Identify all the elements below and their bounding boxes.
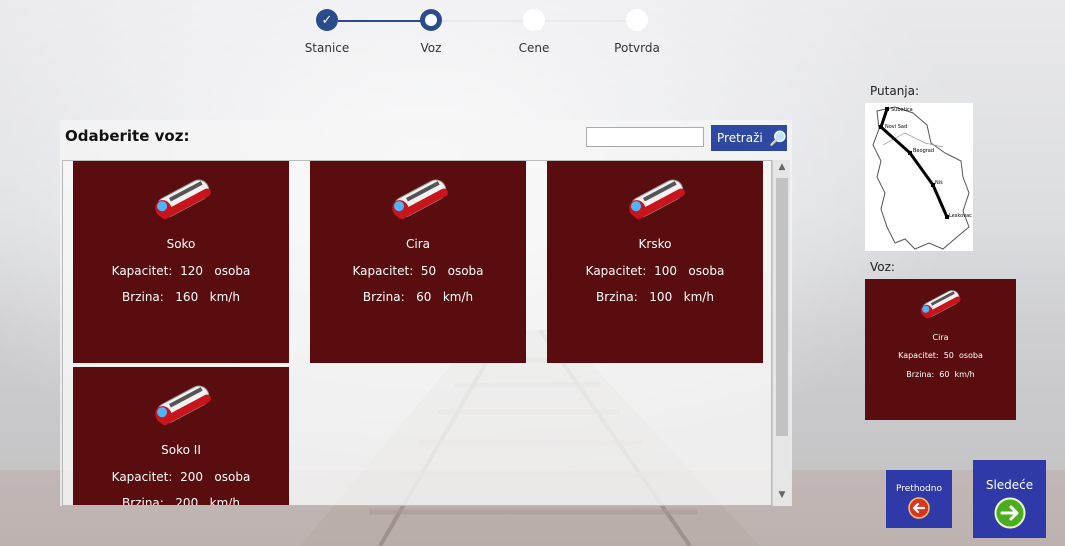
capacity-unit: osoba xyxy=(214,264,251,278)
page-title: Odaberite voz: xyxy=(65,127,190,145)
train-card-krsko[interactable]: Krsko Kapacitet: 100 osoba Brzina: 100 k… xyxy=(547,161,763,363)
train-name: Soko xyxy=(166,237,196,251)
search-input[interactable] xyxy=(586,127,704,147)
station-marker xyxy=(879,125,883,129)
selected-train-card: Cira Kapacitet: 50 osoba Brzina: 60 km/h xyxy=(865,279,1016,420)
capacity-label: Kapacitet: xyxy=(585,264,647,278)
step-label: Voz xyxy=(420,41,442,55)
capacity-value: 100 xyxy=(654,264,677,278)
step-label: Stanice xyxy=(304,41,350,55)
previous-button-label: Prethodno xyxy=(896,484,942,494)
train-icon xyxy=(392,179,448,220)
train-card-soko[interactable]: Soko Kapacitet: 120 osoba Brzina: 160 km… xyxy=(73,161,289,363)
capacity-label: Kapacitet: xyxy=(352,264,414,278)
wizard-stepper: ✓ Stanice Voz Cene Potvrda xyxy=(0,0,1065,70)
train-name: Krsko xyxy=(638,237,672,251)
speed-line: Brzina: 100 km/h xyxy=(547,290,763,304)
route-label: Putanja: xyxy=(870,84,920,98)
arrow-left-icon xyxy=(908,497,930,519)
speed-value: 60 xyxy=(416,290,432,304)
step-cene[interactable]: Cene xyxy=(494,9,574,55)
speed-label: Brzina: xyxy=(122,290,164,304)
station-label: Beograd xyxy=(913,148,934,154)
speed-value: 60 xyxy=(939,370,950,379)
speed-label: Brzina: xyxy=(362,290,405,304)
selected-train-name: Cira xyxy=(932,333,949,342)
selected-train-label: Voz: xyxy=(870,260,895,274)
capacity-line: Kapacitet: 50 osoba xyxy=(310,264,526,278)
station-label: Niš xyxy=(935,179,943,186)
capacity-value: 50 xyxy=(943,351,954,360)
capacity-line: Kapacitet: 100 osoba xyxy=(547,264,763,278)
speed-label: Brzina: xyxy=(906,370,935,379)
speed-label: Brzina: xyxy=(596,290,638,304)
step-label: Cene xyxy=(518,41,550,55)
station-label: Subotica xyxy=(891,107,913,113)
train-list[interactable]: Soko Kapacitet: 120 osoba Brzina: 160 km… xyxy=(62,160,772,506)
current-step-icon xyxy=(420,9,442,31)
speed-unit: km/h xyxy=(954,370,975,379)
train-icon xyxy=(920,290,961,319)
capacity-line: Kapacitet: 120 osoba xyxy=(73,264,289,278)
speed-line: Brzina: 60 km/h xyxy=(310,290,526,304)
route-map: Subotica Novi Sad Beograd Niš Leskovac xyxy=(865,103,973,251)
previous-button[interactable]: Prethodno xyxy=(886,470,952,528)
capacity-line: Kapacitet: 200 osoba xyxy=(73,470,289,484)
pending-step-icon xyxy=(523,9,545,31)
capacity-value: 120 xyxy=(180,264,203,278)
station-marker xyxy=(885,107,889,111)
speed-unit: km/h xyxy=(209,496,240,506)
step-label: Potvrda xyxy=(614,41,660,55)
step-potvrda[interactable]: Potvrda xyxy=(597,9,677,55)
scroll-thumb[interactable] xyxy=(776,178,788,436)
speed-value: 160 xyxy=(175,290,199,304)
speed-unit: km/h xyxy=(442,290,474,304)
step-voz[interactable]: Voz xyxy=(391,9,471,55)
station-marker xyxy=(908,151,912,155)
scroll-down-icon[interactable]: ▼ xyxy=(773,490,791,500)
check-icon: ✓ xyxy=(316,9,338,31)
next-button-label: Sledeće xyxy=(985,478,1034,492)
speed-value: 100 xyxy=(649,290,673,304)
train-name: Cira xyxy=(406,237,430,251)
capacity-unit: osoba xyxy=(214,470,251,484)
selected-capacity-line: Kapacitet: 50 osoba xyxy=(865,351,1016,360)
train-icon xyxy=(629,179,685,220)
train-selection-panel: Odaberite voz: Pretraži Soko Kapacitet: … xyxy=(60,120,792,506)
capacity-value: 200 xyxy=(180,470,203,484)
speed-label: Brzina: xyxy=(122,496,164,506)
capacity-unit: osoba xyxy=(688,264,725,278)
step-stanice[interactable]: ✓ Stanice xyxy=(287,9,367,55)
arrow-right-icon xyxy=(994,497,1025,529)
selected-speed-line: Brzina: 60 km/h xyxy=(865,370,1016,379)
magnifier-icon xyxy=(769,130,786,146)
capacity-unit: osoba xyxy=(447,264,484,278)
speed-value: 200 xyxy=(175,496,199,506)
train-card-soko-ii[interactable]: Soko II Kapacitet: 200 osoba Brzina: 200… xyxy=(73,367,289,506)
speed-line: Brzina: 200 km/h xyxy=(73,496,289,506)
vertical-scrollbar[interactable]: ▲ ▼ xyxy=(772,160,790,506)
capacity-value: 50 xyxy=(420,264,437,278)
capacity-label: Kapacitet: xyxy=(898,351,939,360)
train-icon xyxy=(155,385,211,426)
station-label: Leskovac xyxy=(949,213,972,219)
capacity-unit: osoba xyxy=(958,351,983,360)
next-button[interactable]: Sledeće xyxy=(973,460,1046,538)
train-card-cira[interactable]: Cira Kapacitet: 50 osoba Brzina: 60 km/h xyxy=(310,161,526,363)
train-icon xyxy=(155,179,211,220)
scroll-up-icon[interactable]: ▲ xyxy=(773,162,791,172)
search-button-label: Pretraži xyxy=(717,131,763,145)
capacity-label: Kapacitet: xyxy=(111,264,173,278)
speed-unit: km/h xyxy=(683,290,714,304)
capacity-label: Kapacitet: xyxy=(111,470,173,484)
speed-line: Brzina: 160 km/h xyxy=(73,290,289,304)
station-label: Novi Sad xyxy=(885,124,907,130)
speed-unit: km/h xyxy=(209,290,240,304)
search-button[interactable]: Pretraži xyxy=(711,125,787,151)
pending-step-icon xyxy=(626,9,648,31)
train-name: Soko II xyxy=(161,443,201,457)
